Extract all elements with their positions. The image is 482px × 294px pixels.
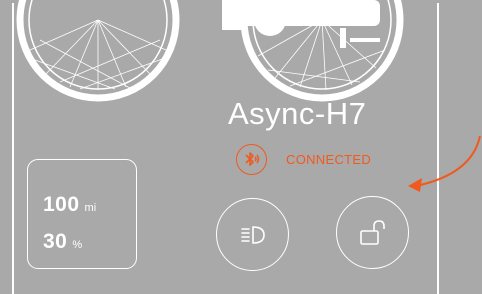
battery-stat: 30 %	[43, 230, 82, 254]
stats-card: 100 mi 30 %	[27, 159, 137, 269]
range-unit: mi	[84, 202, 97, 214]
unlock-icon	[359, 219, 385, 245]
connection-status: CONNECTED	[236, 143, 371, 175]
connection-status-text: CONNECTED	[286, 151, 372, 167]
battery-unit: %	[72, 239, 83, 251]
range-stat: 100 mi	[43, 193, 96, 217]
bluetooth-icon[interactable]	[236, 143, 267, 175]
arrow-icon	[408, 135, 481, 192]
battery-value: 30	[43, 230, 68, 253]
bike-model-name: Async-H7	[228, 96, 367, 131]
lock-button[interactable]	[336, 196, 409, 269]
headlight-button[interactable]	[216, 198, 289, 271]
headlight-icon	[240, 225, 265, 244]
range-value: 100	[43, 193, 80, 216]
